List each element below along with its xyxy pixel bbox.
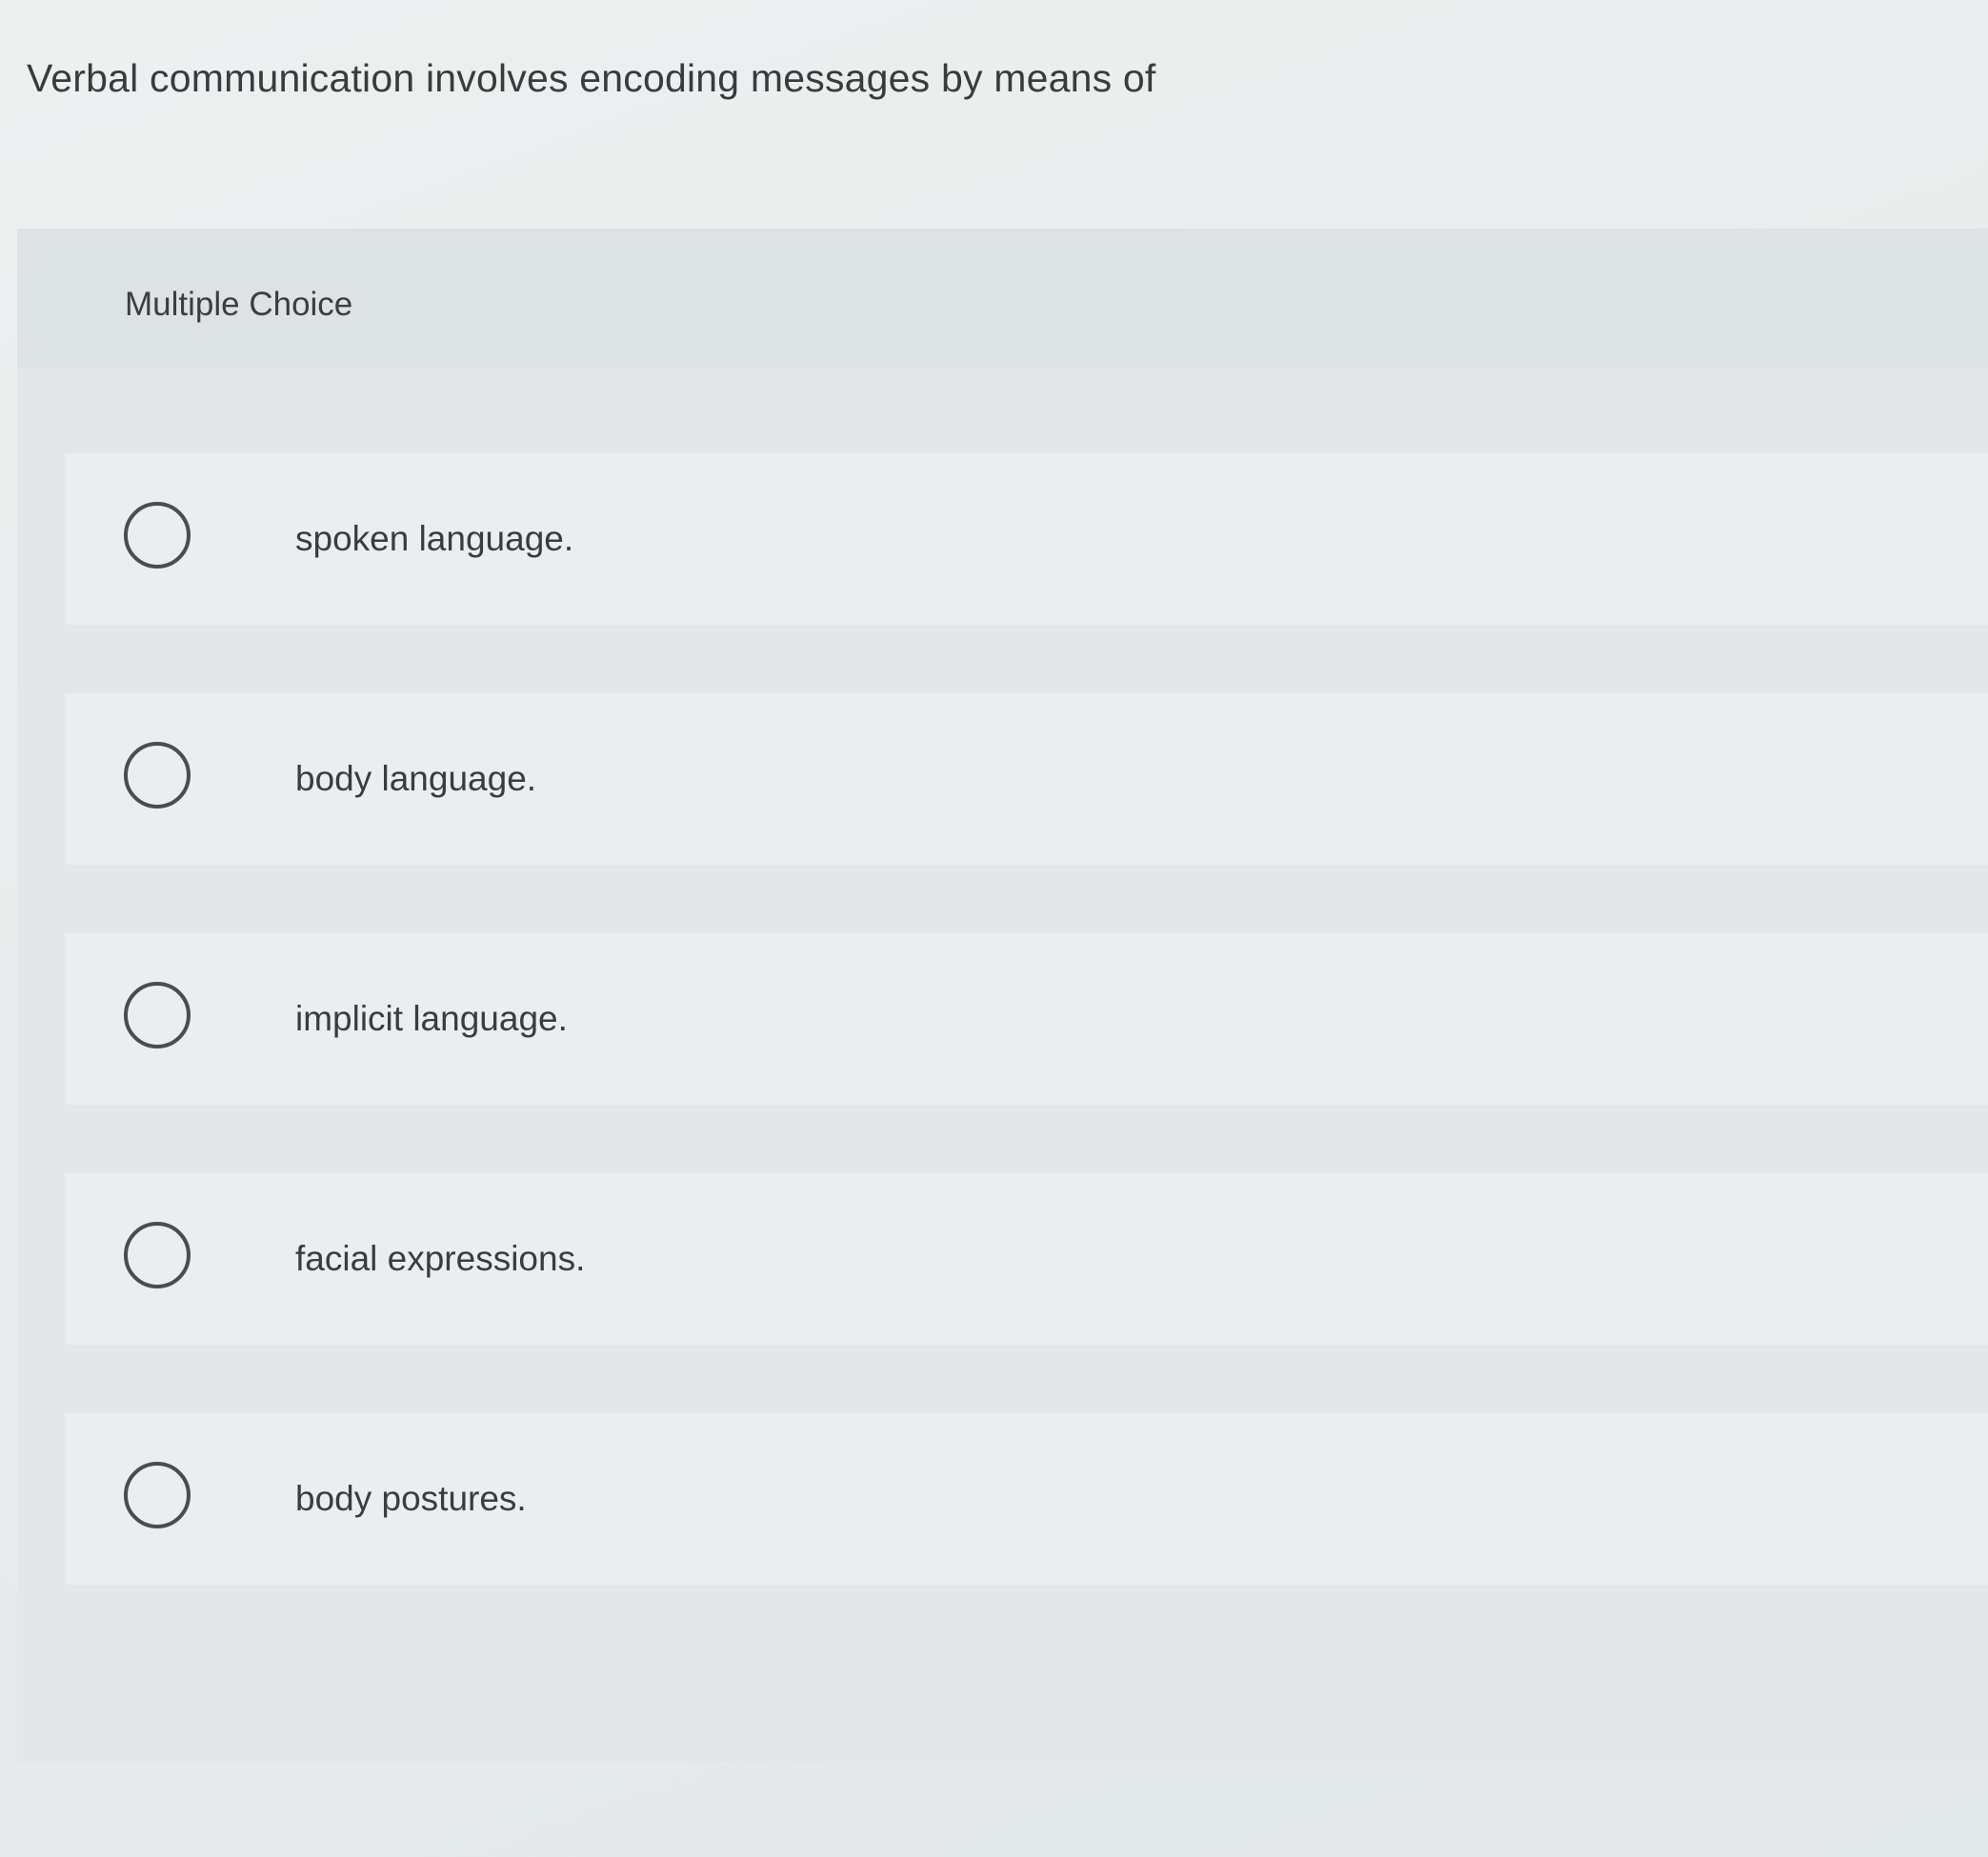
question-type-label: Multiple Choice: [125, 286, 353, 323]
answer-option[interactable]: body language.: [65, 693, 1988, 865]
answer-option-label[interactable]: body postures.: [295, 1479, 527, 1519]
answer-option-label[interactable]: facial expressions.: [295, 1239, 585, 1279]
radio-button-icon[interactable]: [124, 502, 191, 569]
answer-option[interactable]: implicit language.: [65, 933, 1988, 1105]
answer-option-label[interactable]: implicit language.: [295, 999, 568, 1039]
answer-option-label[interactable]: spoken language.: [295, 519, 573, 559]
answer-option[interactable]: facial expressions.: [65, 1173, 1988, 1345]
answer-options-list: spoken language. body language. implicit…: [65, 453, 1988, 1653]
question-type-header: Multiple Choice: [17, 229, 1988, 368]
radio-button-icon[interactable]: [124, 1222, 191, 1288]
answer-option-label[interactable]: body language.: [295, 759, 536, 799]
multiple-choice-panel: Multiple Choice spoken language. body la…: [17, 229, 1988, 1762]
radio-button-icon[interactable]: [124, 982, 191, 1048]
question-text: Verbal communication involves encoding m…: [27, 56, 1156, 100]
radio-button-icon[interactable]: [124, 1462, 191, 1528]
radio-button-icon[interactable]: [124, 742, 191, 809]
answer-option[interactable]: spoken language.: [65, 453, 1988, 625]
answer-option[interactable]: body postures.: [65, 1413, 1988, 1585]
